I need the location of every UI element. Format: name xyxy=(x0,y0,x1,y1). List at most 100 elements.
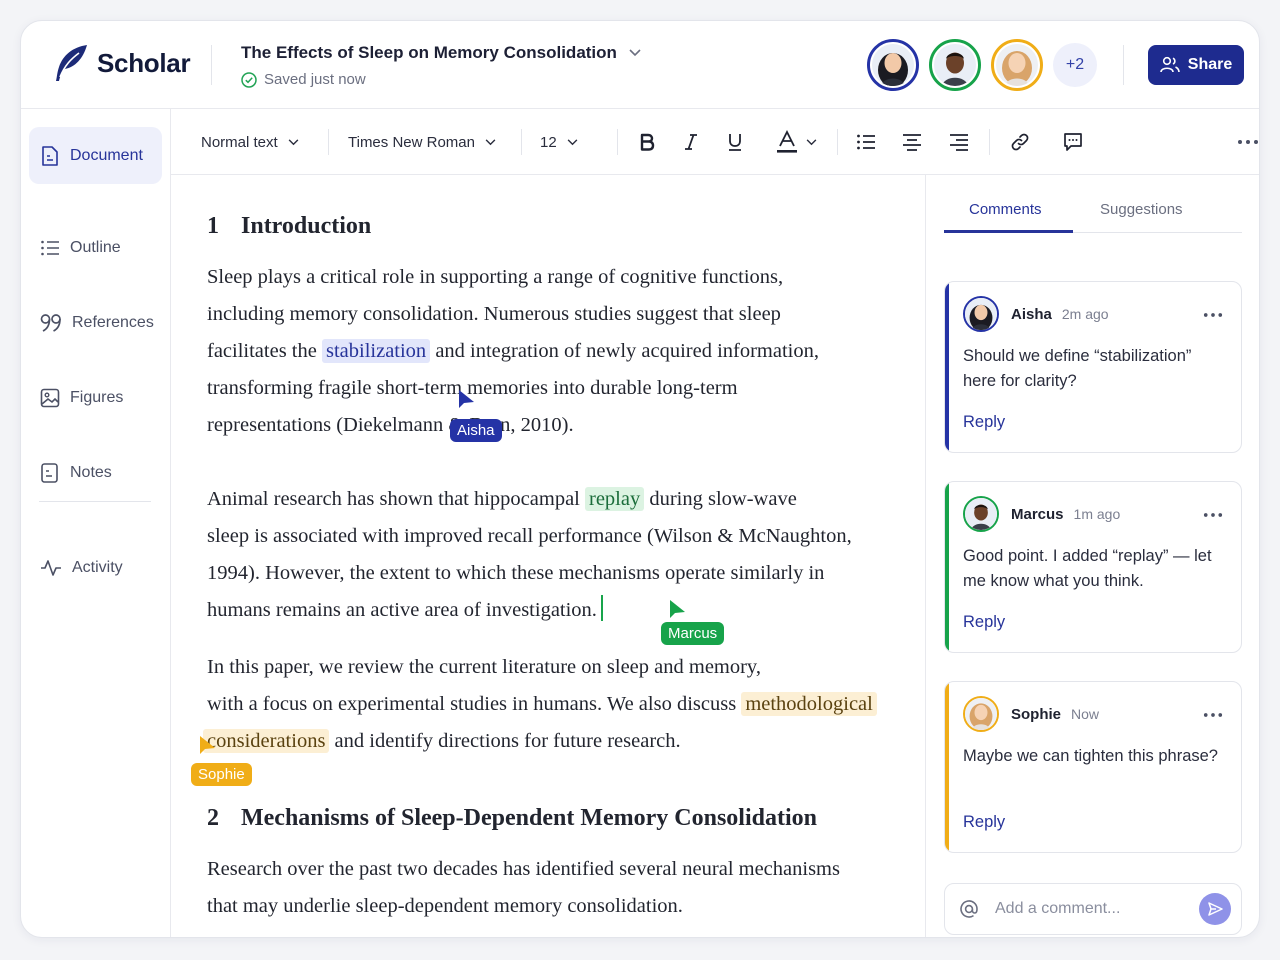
comment-time: Now xyxy=(1071,706,1100,722)
underline-icon xyxy=(729,134,741,151)
text-line: considerations and identify directions f… xyxy=(203,723,877,760)
comments-panel: Comments Suggestions Aisha 2m ago Should… xyxy=(925,175,1259,937)
chevron-down-icon xyxy=(806,138,817,145)
sidebar-item-outline[interactable]: Outline xyxy=(29,219,162,276)
person-marcus-icon xyxy=(934,44,976,86)
text-line: Sleep plays a critical role in supportin… xyxy=(207,266,784,288)
link-icon xyxy=(1011,133,1029,151)
sidebar-item-notes[interactable]: Notes xyxy=(29,444,162,501)
reply-link[interactable]: Reply xyxy=(963,613,1005,632)
paragraph-3[interactable]: In this paper, we review the current lit… xyxy=(203,649,877,760)
text-style-value: Normal text xyxy=(201,133,278,151)
chevron-down-icon xyxy=(629,49,641,57)
send-icon xyxy=(1208,902,1223,916)
aisha-cursor-icon xyxy=(459,390,474,408)
insert-link-button[interactable] xyxy=(1005,127,1035,157)
comment-card[interactable]: Sophie Now Maybe we can tighten this phr… xyxy=(944,681,1242,853)
avatar-sophie[interactable] xyxy=(991,39,1043,91)
underline-button[interactable] xyxy=(720,127,750,157)
text-line: that may underlie sleep-dependent memory… xyxy=(207,895,683,917)
text-run: facilitates the xyxy=(207,340,317,362)
align-right-button[interactable] xyxy=(944,127,974,157)
add-comment-box[interactable] xyxy=(944,883,1242,935)
text-run: during slow-wave xyxy=(649,488,797,510)
note-icon xyxy=(41,462,58,483)
send-comment-button[interactable] xyxy=(1199,893,1231,925)
italic-icon xyxy=(685,134,697,150)
sidebar-item-document[interactable]: Document xyxy=(29,127,162,184)
text-line: Research over the past two decades has i… xyxy=(207,858,840,880)
sidebar-item-label: Notes xyxy=(70,463,112,481)
avatar-marcus[interactable] xyxy=(929,39,981,91)
cursor-label-sophie: Sophie xyxy=(191,763,252,786)
comment-avatar xyxy=(963,296,999,332)
comment-menu-button[interactable] xyxy=(1203,502,1223,523)
text-color-icon xyxy=(777,130,797,153)
italic-button[interactable] xyxy=(676,127,706,157)
font-family-dropdown[interactable]: Times New Roman xyxy=(348,127,496,157)
text-style-dropdown[interactable]: Normal text xyxy=(201,127,299,157)
sidebar-item-label: Activity xyxy=(72,558,123,576)
text-line: In this paper, we review the current lit… xyxy=(207,656,761,678)
document-title: The Effects of Sleep on Memory Consolida… xyxy=(241,43,617,62)
chevron-down-icon xyxy=(288,138,299,145)
comment-accent-bar xyxy=(945,282,949,452)
avatar-aisha[interactable] xyxy=(867,39,919,91)
sophie-cursor-icon xyxy=(200,736,215,754)
font-family-value: Times New Roman xyxy=(348,133,475,151)
text-run: and integration of newly acquired inform… xyxy=(435,340,819,362)
tab-comments[interactable]: Comments xyxy=(969,201,1042,218)
comment-card[interactable]: Aisha 2m ago Should we define “stabiliza… xyxy=(944,281,1242,453)
bullet-list-button[interactable] xyxy=(851,127,881,157)
font-size-dropdown[interactable]: 12 xyxy=(540,127,578,157)
text-color-dropdown[interactable] xyxy=(776,127,817,157)
more-options-button[interactable] xyxy=(1233,127,1259,157)
text-line: humans remains an active area of investi… xyxy=(207,592,852,629)
highlight-considerations[interactable]: considerations xyxy=(203,729,330,753)
paragraph-4[interactable]: Research over the past two decades has i… xyxy=(207,851,840,925)
align-right-icon xyxy=(950,134,968,151)
section-heading-2: 2 Mechanisms of Sleep-Dependent Memory C… xyxy=(207,805,817,832)
document-title-dropdown[interactable]: The Effects of Sleep on Memory Consolida… xyxy=(241,43,641,63)
section-number: 2 xyxy=(207,805,219,831)
comment-menu-button[interactable] xyxy=(1203,302,1223,323)
chevron-down-icon xyxy=(567,138,578,145)
comment-header: Sophie Now xyxy=(963,696,1099,732)
document-editor[interactable]: 1 Introduction Sleep plays a critical ro… xyxy=(171,175,925,937)
share-button[interactable]: Share xyxy=(1148,45,1244,85)
comment-menu-button[interactable] xyxy=(1203,702,1223,723)
text-line: transforming fragile short-term memories… xyxy=(207,377,738,399)
document-icon xyxy=(42,145,58,166)
users-icon xyxy=(1159,56,1180,73)
tab-suggestions[interactable]: Suggestions xyxy=(1100,201,1183,218)
comment-card[interactable]: Marcus 1m ago Good point. I added “repla… xyxy=(944,481,1242,653)
header-divider xyxy=(211,45,212,85)
highlight-methodological[interactable]: methodological xyxy=(741,692,877,716)
person-sophie-icon xyxy=(996,44,1038,86)
add-comment-input[interactable] xyxy=(995,900,1185,918)
highlight-replay[interactable]: replay xyxy=(585,487,645,511)
more-collaborators-button[interactable]: +2 xyxy=(1053,43,1097,87)
text-line: 1994). However, the extent to which thes… xyxy=(207,562,825,584)
active-tab-indicator xyxy=(944,230,1073,233)
align-center-button[interactable] xyxy=(897,127,927,157)
add-comment-button[interactable] xyxy=(1058,127,1088,157)
reply-link[interactable]: Reply xyxy=(963,413,1005,432)
at-sign-icon xyxy=(960,900,978,918)
header-divider xyxy=(1123,45,1124,85)
app-logo[interactable]: Scholar xyxy=(51,43,191,83)
chevron-down-icon xyxy=(485,138,496,145)
comment-text: Should we define “stabilization” here fo… xyxy=(963,347,1192,390)
toolbar-separator xyxy=(521,129,522,155)
paragraph-2[interactable]: Animal research has shown that hippocamp… xyxy=(207,481,852,629)
sidebar-item-activity[interactable]: Activity xyxy=(29,539,162,596)
bullet-list-icon xyxy=(857,134,875,150)
reply-link[interactable]: Reply xyxy=(963,813,1005,832)
sidebar-item-figures[interactable]: Figures xyxy=(29,369,162,426)
sidebar-item-references[interactable]: References xyxy=(29,294,162,351)
text-line: representations (Diekelmann & Born, 2010… xyxy=(207,414,574,436)
paragraph-1[interactable]: Sleep plays a critical role in supportin… xyxy=(207,259,819,444)
highlight-stabilization[interactable]: stabilization xyxy=(321,339,431,363)
bold-button[interactable] xyxy=(632,127,662,157)
toolbar-separator xyxy=(328,129,329,155)
